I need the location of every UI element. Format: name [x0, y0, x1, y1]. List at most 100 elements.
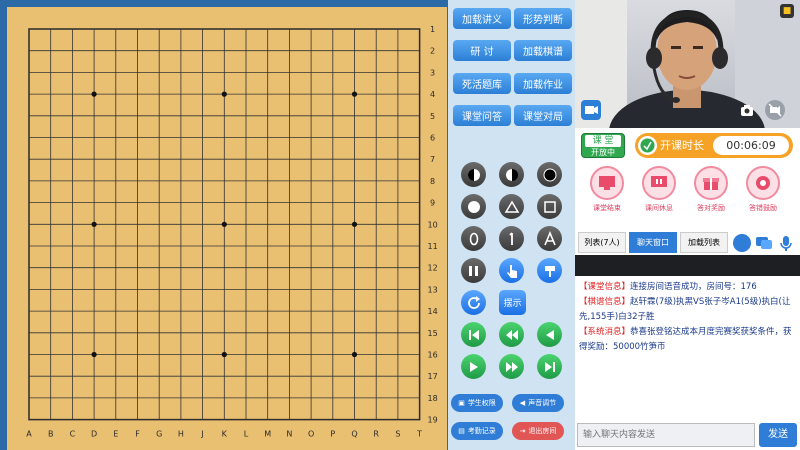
- situation-button[interactable]: 形势判断: [514, 8, 572, 29]
- chat-bubble-icon[interactable]: [733, 234, 751, 252]
- star-point: [221, 91, 227, 97]
- board-row-label: 2: [430, 47, 435, 56]
- eraser-icon[interactable]: [537, 258, 562, 283]
- class-open-badge: 课 堂 开放中: [581, 133, 625, 158]
- tab-member-list[interactable]: 列表(7人): [578, 232, 626, 253]
- go-board[interactable]: A B C D E F G H J K L M N O P Q R S T 1 2 3 4 5 6 7 8 9 10 11 12 13 14 15…: [7, 7, 447, 450]
- attendance-label: 考勤记录: [467, 427, 496, 435]
- tools-panel: 加载讲义 形势判断 研 讨 加载棋谱 死活题库 加载作业 课堂问答 课堂对局 摆…: [448, 0, 575, 450]
- snapshot-icon[interactable]: [739, 102, 755, 118]
- camera-switch-icon[interactable]: [581, 100, 601, 120]
- letter-a-icon[interactable]: [537, 226, 562, 251]
- permission-icon: ▣: [458, 399, 465, 407]
- triangle-mark-icon[interactable]: [499, 194, 524, 219]
- sound-label: 声音调节: [528, 399, 557, 407]
- tab-chat[interactable]: 聊天窗口: [629, 232, 677, 253]
- refresh-icon[interactable]: [461, 290, 486, 315]
- star-point: [91, 221, 97, 227]
- board-column-label: S: [395, 430, 400, 439]
- number-one-icon[interactable]: [499, 226, 524, 251]
- go-board-grid[interactable]: A B C D E F G H J K L M N O P Q R S T123456789101112131415…: [7, 7, 447, 450]
- board-column-label: D: [91, 430, 97, 439]
- star-point: [351, 221, 358, 227]
- exit-room-label: 退出房间: [528, 427, 557, 435]
- star-point: [351, 91, 358, 97]
- chat-message: 【课堂信息】连接房间语音成功，房间号：176: [579, 280, 796, 295]
- board-column-label: T: [416, 430, 422, 439]
- load-record-button[interactable]: 加载棋谱: [514, 40, 572, 61]
- class-break-label: 课间休息: [645, 204, 673, 212]
- fast-forward-icon[interactable]: [499, 354, 524, 379]
- board-row-label: 3: [430, 68, 435, 77]
- attendance-button[interactable]: ▤ 考勤记录: [451, 422, 503, 440]
- board-row-label: 10: [428, 220, 438, 229]
- board-column-label: R: [373, 430, 379, 439]
- board-row-label: 14: [428, 307, 438, 316]
- board-row-label: 16: [428, 351, 438, 360]
- star-point: [351, 351, 358, 358]
- chat-message: 【系统消息】恭喜张登铭达成本月度完赛奖获奖条件，获得奖励：50000竹笋币: [579, 325, 796, 355]
- board-column-label: G: [156, 430, 162, 439]
- chat-input-bar: 发送: [575, 420, 800, 450]
- board-row-label: 12: [428, 264, 438, 273]
- mark-tool-icon[interactable]: [461, 258, 486, 283]
- class-break-button[interactable]: 课间休息: [640, 166, 678, 213]
- student-permission-label: 学生权限: [467, 399, 496, 407]
- star-point: [91, 351, 97, 358]
- tab-load-list[interactable]: 加载列表: [680, 232, 728, 253]
- class-badge-bottom: 开放中: [591, 148, 615, 157]
- board-row-label: 11: [428, 242, 438, 251]
- black-white-stone-icon[interactable]: [461, 162, 486, 187]
- show-icon[interactable]: 摆示: [499, 290, 526, 315]
- sound-button[interactable]: ◀ 声音调节: [512, 394, 564, 412]
- last-move-icon[interactable]: [537, 354, 562, 379]
- reward-button[interactable]: 答对奖励: [692, 166, 730, 213]
- exit-room-button[interactable]: ⇥ 退出房间: [512, 422, 564, 440]
- star-point: [221, 221, 227, 227]
- life-death-button[interactable]: 死活题库: [453, 73, 511, 94]
- study-button[interactable]: 研 讨: [453, 40, 511, 61]
- end-class-button[interactable]: 课堂结束: [588, 166, 626, 213]
- qa-button[interactable]: 课堂问答: [453, 105, 511, 126]
- board-row-label: 19: [428, 416, 438, 425]
- teacher-video: ■: [575, 0, 800, 128]
- student-permission-button[interactable]: ▣ 学生权限: [451, 394, 503, 412]
- encourage-button[interactable]: 答错鼓励: [744, 166, 782, 213]
- pointer-icon[interactable]: [499, 258, 524, 283]
- board-column-label: F: [135, 430, 140, 439]
- match-button[interactable]: 课堂对局: [514, 105, 572, 126]
- chat-list-icon[interactable]: [755, 234, 773, 252]
- board-row-label: 15: [428, 329, 438, 338]
- black-stone-icon[interactable]: [537, 162, 562, 187]
- send-button[interactable]: 发送: [759, 423, 797, 447]
- square-mark-icon[interactable]: [537, 194, 562, 219]
- microphone-icon[interactable]: [778, 234, 794, 252]
- speaker-icon: ◀: [519, 399, 526, 407]
- board-column-label: C: [70, 430, 76, 439]
- board-column-label: M: [264, 430, 271, 439]
- corner-badge-icon[interactable]: ■: [780, 4, 794, 18]
- timer-value: 00:06:09: [713, 136, 789, 155]
- board-row-label: 7: [430, 155, 435, 164]
- board-row-label: 1: [430, 25, 435, 34]
- load-lecture-button[interactable]: 加载讲义: [453, 8, 511, 29]
- board-column-label: B: [48, 430, 54, 439]
- next-move-icon[interactable]: [461, 354, 486, 379]
- rewind-icon[interactable]: [499, 322, 524, 347]
- encourage-icon: [746, 166, 780, 200]
- right-panel: ■ 课 堂 开放中 开课时长 00:06:09 课堂结束 课间休息 答对奖励 答…: [575, 0, 800, 450]
- load-homework-button[interactable]: 加载作业: [514, 73, 572, 94]
- prev-move-icon[interactable]: [537, 322, 562, 347]
- circle-mark-icon[interactable]: [461, 194, 486, 219]
- chat-input[interactable]: [577, 423, 755, 447]
- encourage-label: 答错鼓励: [749, 204, 777, 212]
- panel-tabs: 列表(7人) 聊天窗口 加载列表: [575, 230, 800, 255]
- attendance-icon: ▤: [458, 427, 465, 435]
- timer-check-icon: [638, 136, 657, 155]
- mute-video-icon[interactable]: [765, 100, 785, 120]
- white-black-stone-icon[interactable]: [499, 162, 524, 187]
- first-move-icon[interactable]: [461, 322, 486, 347]
- letter-o-icon[interactable]: [461, 226, 486, 251]
- class-break-icon: [642, 166, 676, 200]
- chat-tag: 【棋谱信息】: [579, 297, 631, 307]
